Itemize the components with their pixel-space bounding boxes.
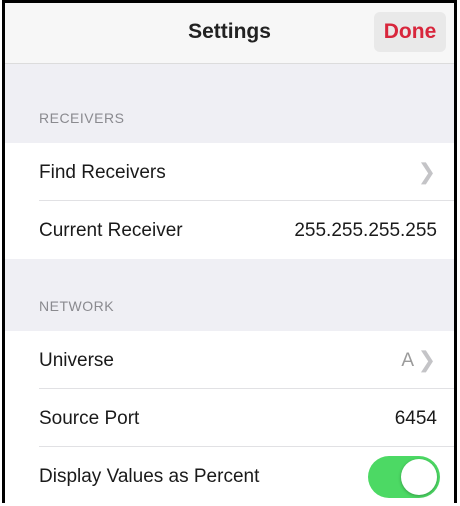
settings-screen: Settings Done RECEIVERS Find Receivers ❯… bbox=[2, 0, 457, 503]
display-percent-label: Display Values as Percent bbox=[39, 466, 260, 487]
display-percent-toggle[interactable] bbox=[368, 456, 440, 498]
chevron-right-icon: ❯ bbox=[417, 159, 436, 184]
current-receiver-label: Current Receiver bbox=[39, 220, 183, 241]
source-port-row[interactable]: Source Port 6454 bbox=[5, 389, 454, 447]
universe-label: Universe bbox=[39, 350, 114, 371]
universe-value: A bbox=[401, 350, 414, 371]
toggle-knob bbox=[401, 459, 437, 495]
find-receivers-label: Find Receivers bbox=[39, 162, 166, 183]
section-header-network: NETWORK bbox=[39, 298, 115, 314]
source-port-value: 6454 bbox=[394, 408, 437, 429]
display-percent-row: Display Values as Percent bbox=[5, 447, 454, 503]
chevron-right-icon: ❯ bbox=[417, 347, 436, 372]
source-port-label: Source Port bbox=[39, 408, 140, 429]
current-receiver-value: 255.255.255.255 bbox=[294, 220, 437, 241]
current-receiver-row: Current Receiver 255.255.255.255 bbox=[5, 201, 454, 259]
universe-row[interactable]: Universe A ❯ bbox=[5, 331, 454, 389]
done-button[interactable]: Done bbox=[374, 12, 446, 52]
navigation-bar: Settings Done bbox=[5, 3, 454, 64]
section-header-receivers: RECEIVERS bbox=[39, 110, 125, 126]
find-receivers-row[interactable]: Find Receivers ❯ bbox=[5, 143, 454, 201]
